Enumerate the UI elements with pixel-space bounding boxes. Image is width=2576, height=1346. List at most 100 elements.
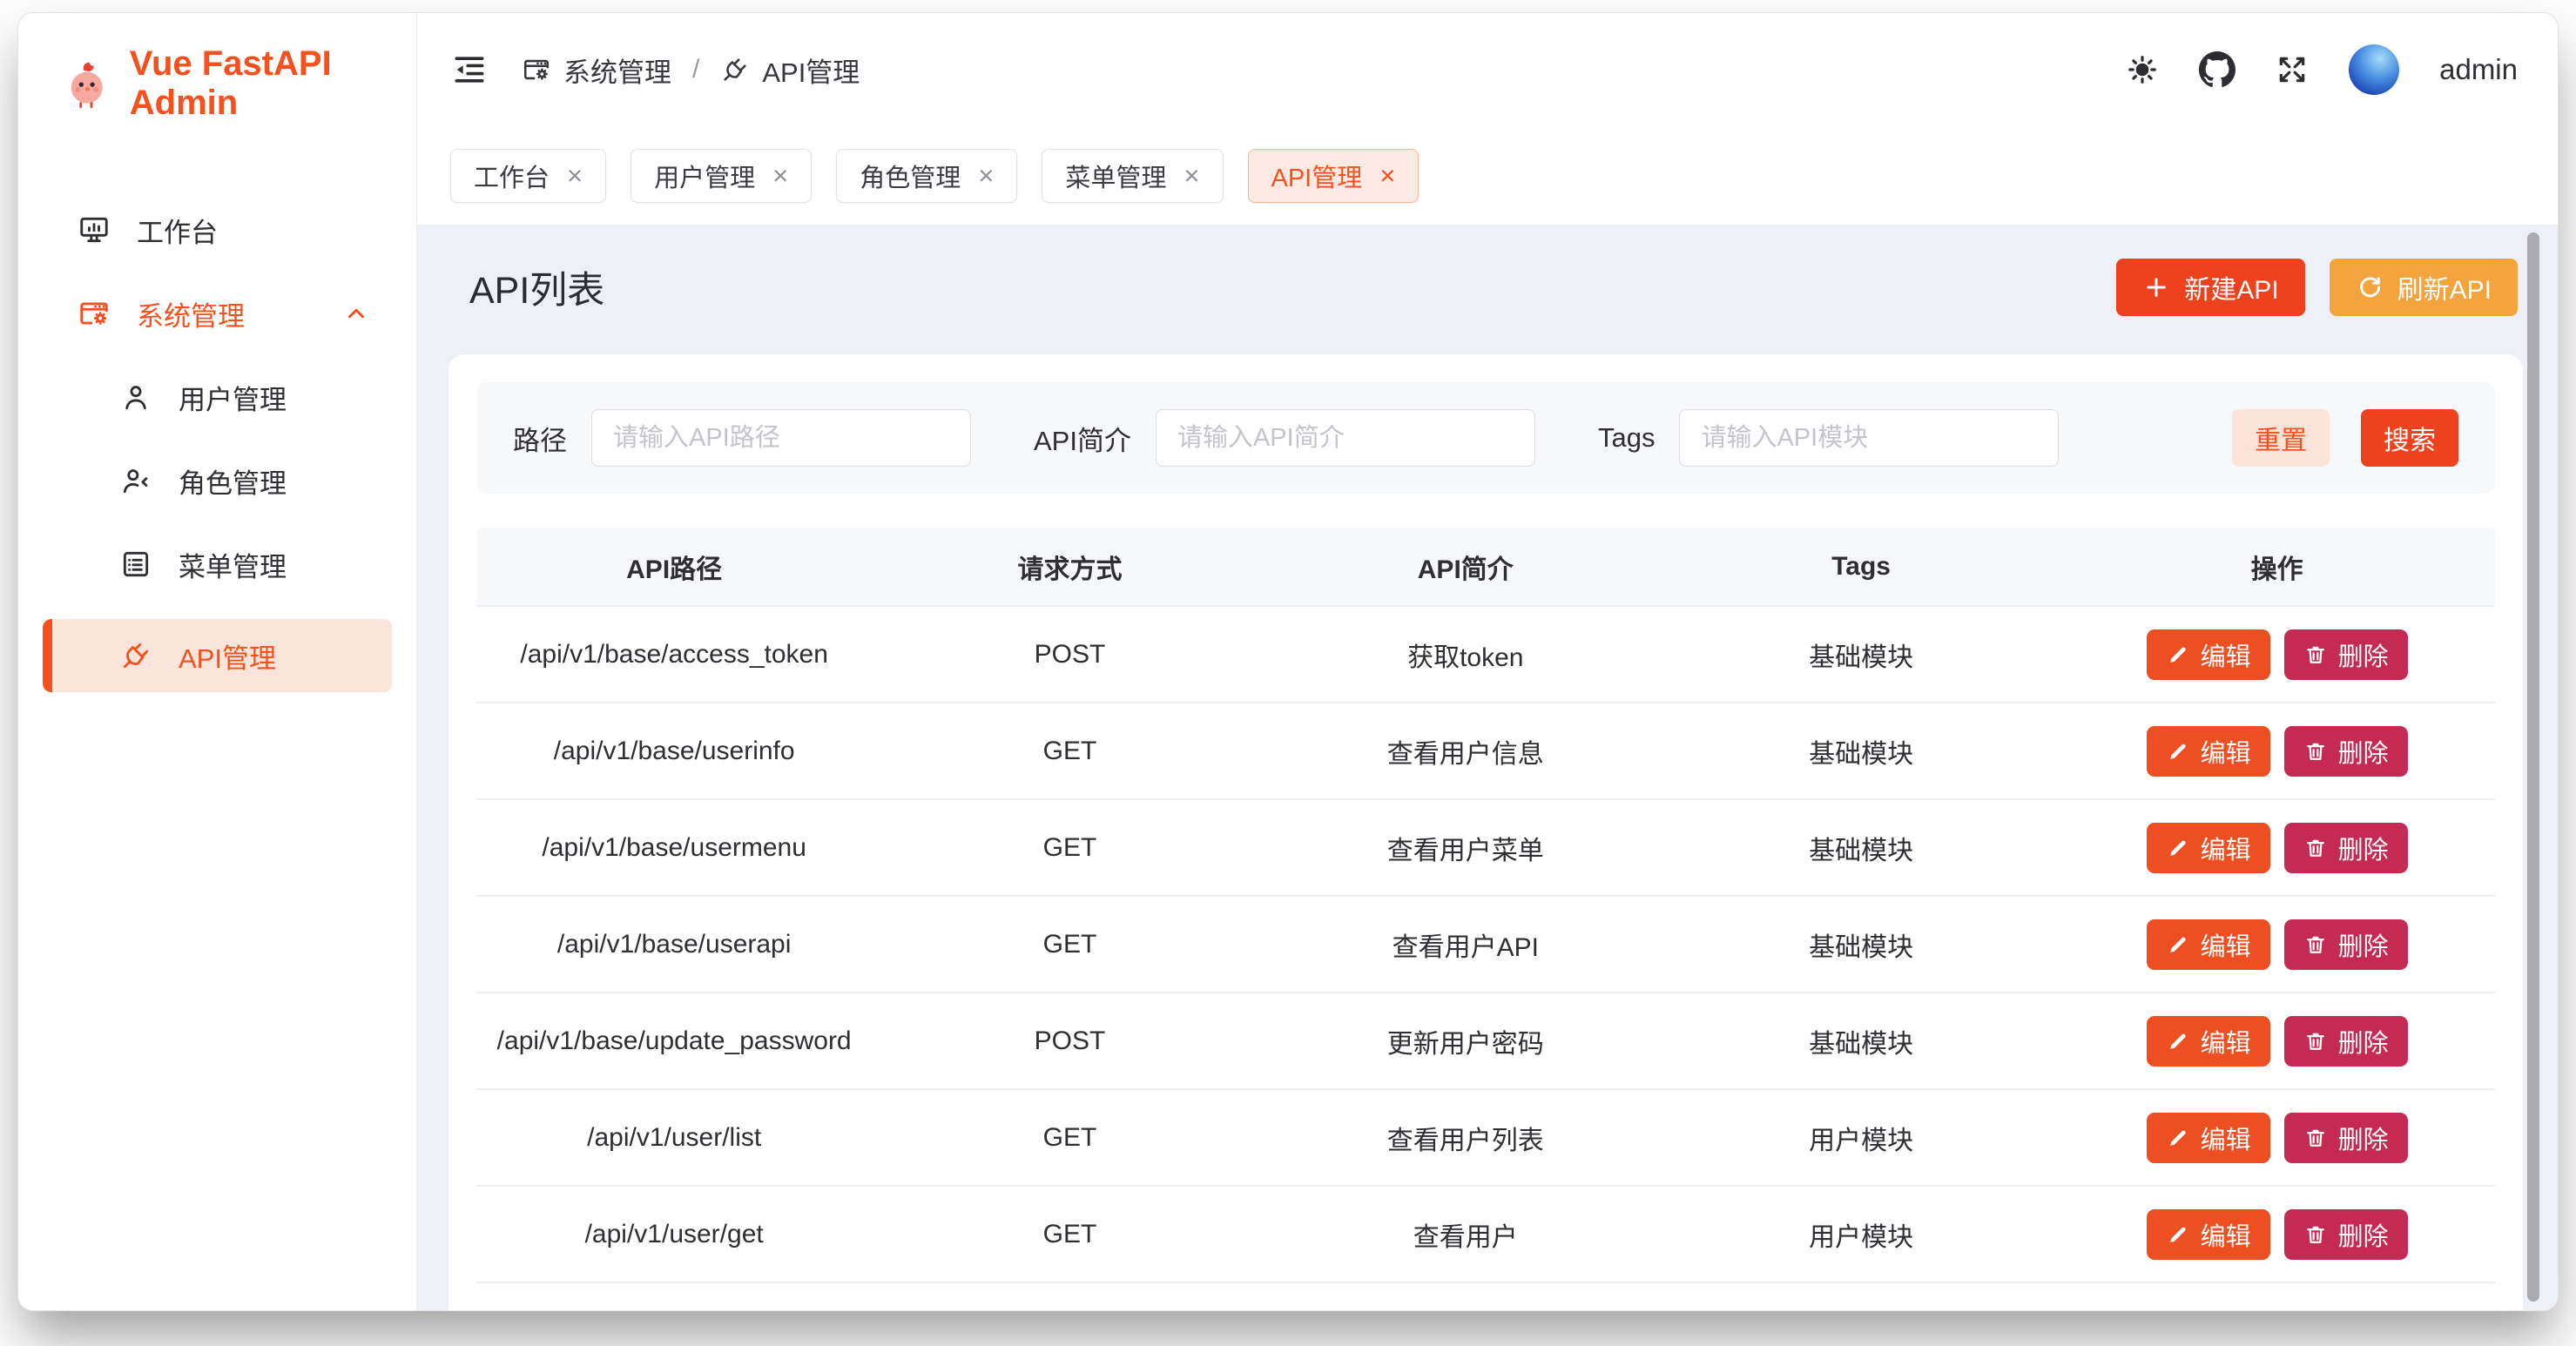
delete-button[interactable]: 删除: [2284, 823, 2408, 873]
row-actions: 编辑 删除: [2059, 823, 2495, 873]
close-icon[interactable]: ×: [567, 162, 583, 189]
api-tags-cell: 基础模块: [1663, 732, 2059, 771]
edit-button[interactable]: 编辑: [2147, 1209, 2270, 1260]
theme-toggle-icon[interactable]: [2126, 53, 2159, 86]
filter-path: 路径: [513, 409, 971, 467]
delete-label: 删除: [2338, 926, 2389, 963]
breadcrumb: 系统管理 / API管理: [522, 50, 860, 90]
api-tags-cell: 基础模块: [1663, 829, 2059, 867]
sidebar-item-label: 用户管理: [179, 378, 287, 417]
close-icon[interactable]: ×: [1183, 162, 1199, 189]
tab-bar: 工作台 × 用户管理 × 角色管理 × 菜单管理 × API管理 ×: [417, 126, 2558, 225]
delete-button[interactable]: 删除: [2284, 919, 2408, 970]
search-button[interactable]: 搜索: [2361, 409, 2458, 467]
api-method-cell: POST: [872, 1026, 1267, 1056]
role-user-icon: [119, 464, 152, 497]
breadcrumb-item-system[interactable]: 系统管理: [522, 50, 671, 90]
edit-button[interactable]: 编辑: [2147, 823, 2270, 873]
api-summary-cell: 更新用户密码: [1268, 1022, 1663, 1060]
sidebar-collapse-icon[interactable]: [450, 50, 489, 89]
delete-label: 删除: [2338, 830, 2389, 866]
tags-label: Tags: [1598, 422, 1655, 454]
delete-button[interactable]: 删除: [2284, 1113, 2408, 1163]
api-summary-cell: 查看用户: [1268, 1215, 1663, 1254]
github-icon[interactable]: [2199, 51, 2235, 88]
main-area: 系统管理 / API管理: [417, 13, 2558, 1310]
new-api-label: 新建API: [2184, 268, 2278, 306]
sidebar-item-roles[interactable]: 角色管理: [43, 452, 392, 509]
api-summary-cell: 查看用户API: [1268, 925, 1663, 964]
api-summary-cell: 查看用户列表: [1268, 1119, 1663, 1157]
new-api-button[interactable]: 新建API: [2116, 259, 2304, 316]
column-header: 请求方式: [872, 548, 1267, 586]
api-table: API路径 请求方式 API简介 Tags 操作 /api/v1/base/ac…: [476, 528, 2495, 1310]
sidebar-item-label: 菜单管理: [179, 545, 287, 584]
delete-button[interactable]: 删除: [2284, 1209, 2408, 1260]
table-row: /api/v1/base/access_token POST 获取token 基…: [476, 607, 2495, 703]
api-tags-cell: 用户模块: [1663, 1215, 2059, 1254]
vertical-scrollbar[interactable]: [2527, 232, 2539, 1302]
api-tags-cell: 用户模块: [1663, 1119, 2059, 1157]
api-tags-cell: 基础模块: [1663, 636, 2059, 674]
api-tags-cell: 基础模块: [1663, 925, 2059, 964]
tab-roles[interactable]: 角色管理 ×: [836, 149, 1017, 203]
user-avatar[interactable]: [2349, 44, 2399, 95]
api-path-cell: /api/v1/base/usermenu: [476, 833, 872, 863]
edit-button[interactable]: 编辑: [2147, 1016, 2270, 1067]
tab-apis[interactable]: API管理 ×: [1248, 149, 1419, 203]
api-path-cell: /api/v1/base/update_password: [476, 1026, 872, 1056]
edit-button[interactable]: 编辑: [2147, 629, 2270, 680]
tab-menus[interactable]: 菜单管理 ×: [1042, 149, 1223, 203]
refresh-api-button[interactable]: 刷新API: [2330, 259, 2518, 316]
plus-icon: [2142, 273, 2170, 301]
sidebar-item-workbench[interactable]: 工作台: [43, 201, 392, 259]
tab-users[interactable]: 用户管理 ×: [631, 149, 812, 203]
column-header: API路径: [476, 548, 872, 586]
edit-label: 编辑: [2201, 1120, 2251, 1156]
menu-list-icon: [119, 548, 152, 581]
api-method-cell: GET: [872, 833, 1267, 863]
sidebar-item-users[interactable]: 用户管理: [43, 368, 392, 426]
sidebar-item-system[interactable]: 系统管理: [43, 285, 392, 342]
row-actions: 编辑 删除: [2059, 1016, 2495, 1067]
row-actions: 编辑 删除: [2059, 629, 2495, 680]
api-summary-cell: 查看用户信息: [1268, 732, 1663, 771]
pencil-icon: [2166, 1029, 2190, 1053]
edit-button[interactable]: 编辑: [2147, 1113, 2270, 1163]
api-method-cell: GET: [872, 1123, 1267, 1153]
fullscreen-icon[interactable]: [2276, 53, 2309, 86]
delete-label: 删除: [2338, 1120, 2389, 1156]
table-row-clipped: [476, 1283, 2495, 1310]
delete-label: 删除: [2338, 1216, 2389, 1253]
delete-button[interactable]: 删除: [2284, 1016, 2408, 1067]
close-icon[interactable]: ×: [978, 162, 994, 189]
tags-input[interactable]: [1679, 409, 2059, 467]
filter-bar: 路径 API简介 Tags 重置 搜索: [476, 382, 2495, 494]
close-icon[interactable]: ×: [772, 162, 788, 189]
summary-label: API简介: [1034, 419, 1131, 458]
sidebar-item-menus[interactable]: 菜单管理: [43, 535, 392, 593]
tab-label: 角色管理: [860, 158, 961, 194]
username-label[interactable]: admin: [2439, 53, 2518, 86]
row-actions: 编辑 删除: [2059, 1113, 2495, 1163]
api-plug-icon: [119, 639, 152, 672]
sidebar-menu: 工作台 系统管理: [18, 145, 416, 713]
edit-button[interactable]: 编辑: [2147, 726, 2270, 777]
delete-button[interactable]: 删除: [2284, 629, 2408, 680]
delete-button[interactable]: 删除: [2284, 726, 2408, 777]
reset-button[interactable]: 重置: [2232, 409, 2330, 467]
tab-label: API管理: [1271, 158, 1363, 194]
trash-icon: [2303, 932, 2328, 957]
api-plug-icon: [720, 55, 750, 84]
table-row: /api/v1/base/userapi GET 查看用户API 基础模块 编辑…: [476, 897, 2495, 993]
path-input[interactable]: [591, 409, 971, 467]
tab-workbench[interactable]: 工作台 ×: [450, 149, 606, 203]
breadcrumb-item-api[interactable]: API管理: [720, 50, 860, 90]
summary-input[interactable]: [1156, 409, 1535, 467]
table-header: API路径 请求方式 API简介 Tags 操作: [476, 528, 2495, 607]
edit-button[interactable]: 编辑: [2147, 919, 2270, 970]
api-method-cell: GET: [872, 737, 1267, 766]
close-icon[interactable]: ×: [1379, 162, 1395, 189]
api-summary-cell: 获取token: [1268, 636, 1663, 674]
sidebar-item-apis[interactable]: API管理: [43, 619, 392, 692]
